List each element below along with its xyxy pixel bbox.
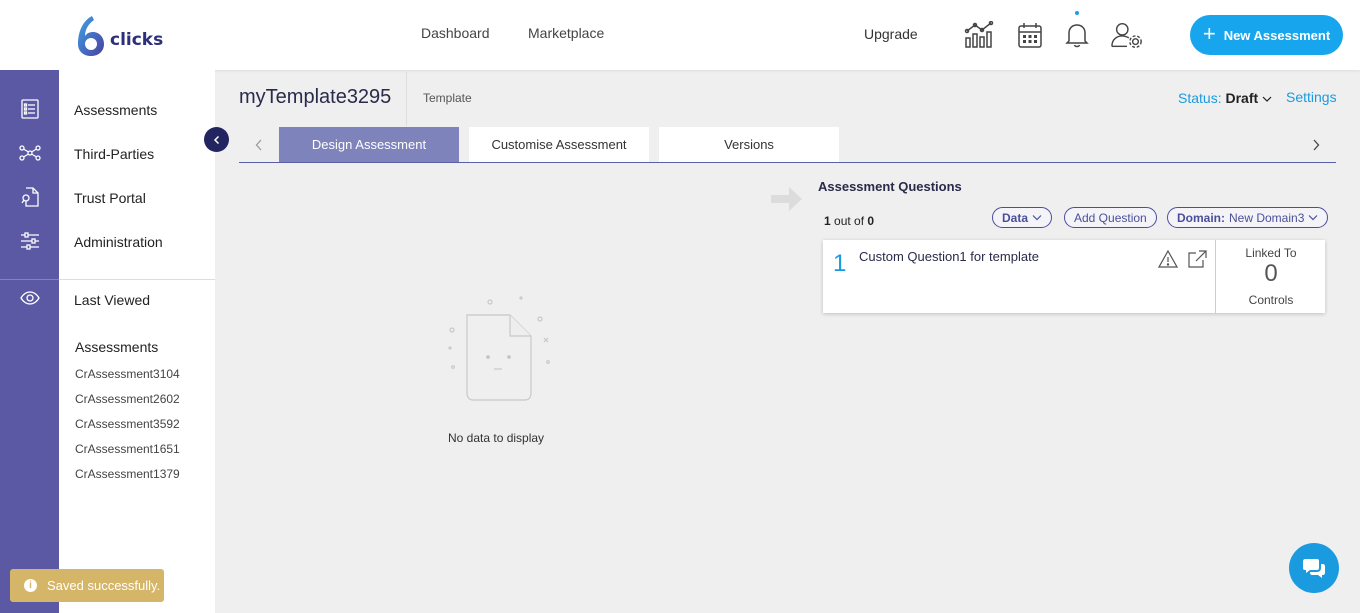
count-total: 0 — [867, 214, 875, 228]
success-toast: i Saved successfully. — [10, 569, 164, 602]
recent-item[interactable]: CrAssessment2602 — [75, 392, 180, 406]
title-divider — [406, 72, 407, 126]
chevron-down-icon — [1308, 215, 1318, 221]
recent-heading: Assessments — [75, 339, 159, 355]
collapse-sidebar-button[interactable] — [204, 127, 229, 152]
toast-text: Saved successfully. — [47, 578, 161, 593]
chevron-left-icon — [213, 135, 219, 144]
chevron-left-icon — [255, 139, 262, 150]
calendar-icon[interactable] — [1013, 18, 1047, 52]
page-type-label: Template — [423, 91, 472, 105]
notification-dot — [1075, 11, 1079, 15]
question-card[interactable]: 1 Custom Question1 for template Linked T… — [823, 240, 1325, 313]
add-question-label: Add Question — [1074, 210, 1147, 225]
chevron-down-icon — [1262, 96, 1272, 102]
data-dropdown[interactable]: Data — [992, 207, 1053, 228]
status-dropdown[interactable]: Status: Draft — [1178, 90, 1272, 106]
chat-button[interactable] — [1289, 543, 1339, 593]
sidebar-item-assessments[interactable]: Assessments — [74, 102, 157, 118]
status-value: Draft — [1225, 90, 1259, 106]
domain-dropdown[interactable]: Domain: New Domain3 — [1167, 207, 1329, 228]
sidebar-item-trust-portal[interactable]: Trust Portal — [74, 190, 146, 206]
eye-icon[interactable] — [19, 287, 41, 309]
sliders-icon[interactable] — [19, 230, 41, 252]
open-external-icon[interactable] — [1186, 249, 1208, 269]
tab-scroll-right-button[interactable] — [1296, 127, 1336, 162]
logo-text: clicks — [110, 30, 164, 50]
logo-mark-icon — [78, 16, 104, 56]
count-current: 1 — [824, 214, 831, 228]
recent-item[interactable]: CrAssessment3104 — [75, 367, 180, 381]
checklist-icon[interactable] — [19, 98, 41, 120]
question-number: 1 — [833, 250, 847, 277]
empty-state — [430, 293, 560, 413]
tab-bar: Design Assessment Customise Assessment V… — [239, 127, 1336, 163]
page-title: myTemplate3295 — [239, 86, 392, 108]
status-label: Status: — [1178, 90, 1222, 106]
question-count: 1 out of 0 — [824, 214, 874, 228]
user-settings-icon[interactable] — [1110, 18, 1144, 52]
side-divider — [59, 279, 215, 280]
tab-scroll-left-button[interactable] — [239, 127, 279, 162]
bell-icon[interactable] — [1060, 18, 1094, 52]
sidebar-item-last-viewed[interactable]: Last Viewed — [74, 292, 150, 308]
top-header: clicks Dashboard Marketplace Upgrade + N… — [0, 0, 1360, 70]
nav-dashboard[interactable]: Dashboard — [421, 25, 490, 41]
arrow-right-icon — [771, 185, 803, 218]
tab-design-assessment[interactable]: Design Assessment — [279, 127, 459, 162]
add-question-button[interactable]: Add Question — [1064, 207, 1157, 228]
analytics-icon[interactable] — [962, 18, 996, 52]
upgrade-link[interactable]: Upgrade — [864, 26, 918, 42]
linked-controls-label: Controls — [1248, 293, 1294, 307]
question-text: Custom Question1 for template — [859, 249, 1039, 264]
new-assessment-button[interactable]: + New Assessment — [1190, 15, 1343, 55]
recent-item[interactable]: CrAssessment1379 — [75, 467, 180, 481]
sidebar-item-administration[interactable]: Administration — [74, 234, 163, 250]
icon-rail — [0, 70, 59, 613]
logo[interactable]: clicks — [74, 14, 163, 56]
new-assessment-label: New Assessment — [1223, 27, 1331, 43]
domain-label: Domain: — [1177, 210, 1225, 225]
linked-to-label: Linked To — [1245, 246, 1297, 260]
empty-state-text: No data to display — [448, 431, 545, 445]
domain-value: New Domain3 — [1229, 210, 1305, 225]
network-icon[interactable] — [19, 142, 41, 164]
recent-item[interactable]: CrAssessment1651 — [75, 442, 180, 456]
linked-count: 0 — [1264, 260, 1278, 287]
tab-versions[interactable]: Versions — [659, 127, 839, 162]
count-separator: out of — [830, 214, 868, 228]
settings-link[interactable]: Settings — [1286, 89, 1337, 105]
recent-item[interactable]: CrAssessment3592 — [75, 417, 180, 431]
linked-controls[interactable]: Linked To 0 Controls — [1215, 240, 1325, 313]
side-panel: Assessments Third-Parties Trust Portal A… — [59, 70, 215, 613]
questions-title: Assessment Questions — [818, 179, 962, 194]
tab-customise-assessment[interactable]: Customise Assessment — [469, 127, 649, 162]
chevron-down-icon — [1032, 215, 1042, 221]
document-search-icon[interactable] — [19, 186, 41, 208]
data-dropdown-label: Data — [1002, 210, 1029, 225]
sidebar-item-third-parties[interactable]: Third-Parties — [74, 146, 154, 162]
chat-icon — [1303, 559, 1325, 578]
nav-marketplace[interactable]: Marketplace — [528, 25, 604, 41]
rail-divider — [0, 279, 59, 280]
warning-icon[interactable] — [1157, 249, 1179, 269]
empty-document-icon — [448, 296, 550, 401]
plus-icon: + — [1202, 21, 1216, 46]
chevron-right-icon — [1313, 139, 1320, 150]
info-icon: i — [24, 579, 37, 592]
